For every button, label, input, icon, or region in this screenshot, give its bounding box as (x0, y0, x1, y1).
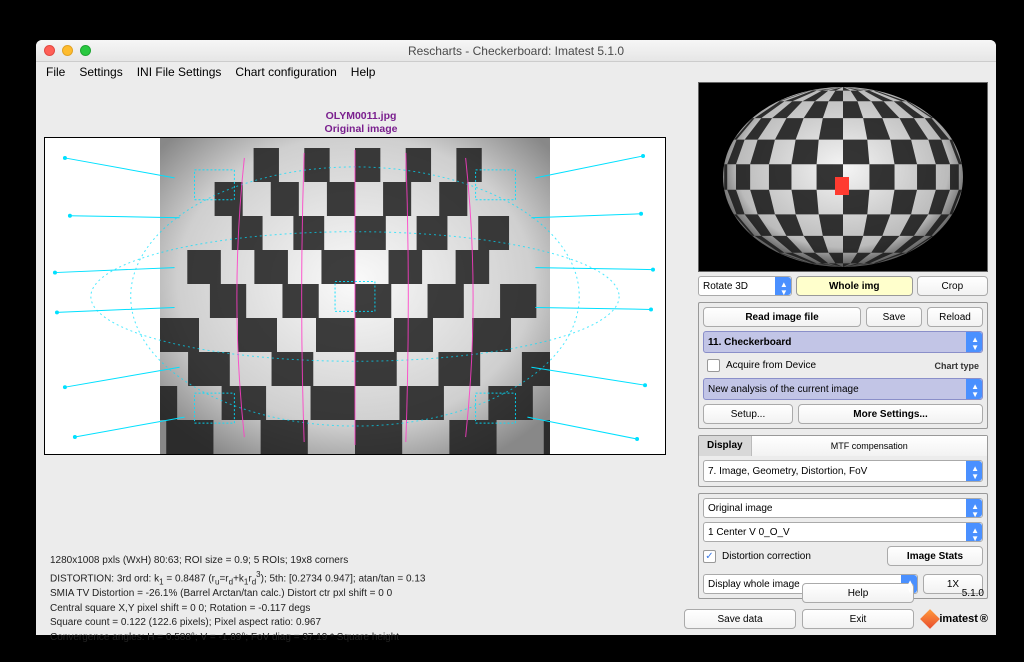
distortion-checkbox[interactable]: ✓ (703, 550, 716, 563)
image-title: OLYM0011.jpg Original image (44, 82, 678, 135)
read-image-button[interactable]: Read image file (703, 307, 861, 327)
display-section-label: Display (699, 436, 752, 456)
acquire-checkbox[interactable] (707, 359, 720, 372)
display-select[interactable]: 7. Image, Geometry, Distortion, FoV▲▼ (703, 460, 983, 482)
main-image-view[interactable] (44, 137, 666, 455)
acquire-label: Acquire from Device (726, 360, 816, 371)
help-button[interactable]: Help (802, 583, 914, 603)
menu-chart-config[interactable]: Chart configuration (235, 65, 336, 79)
stats-text: 1280x1008 pxls (WxH) 80:63; ROI size = 0… (50, 554, 425, 645)
window-title: Rescharts - Checkerboard: Imatest 5.1.0 (36, 44, 996, 58)
rotate-select[interactable]: Rotate 3D▲▼ (698, 276, 792, 296)
more-settings-button[interactable]: More Settings... (798, 404, 983, 424)
center-select[interactable]: 1 Center V 0_O_V▲▼ (703, 522, 983, 542)
exit-button[interactable]: Exit (802, 609, 914, 629)
menu-ini[interactable]: INI File Settings (137, 65, 222, 79)
distortion-vectors (45, 138, 665, 455)
preview-3d[interactable] (698, 82, 988, 272)
menu-settings[interactable]: Settings (79, 65, 122, 79)
diamond-icon (920, 609, 940, 629)
version-label: 5.1.0 (920, 588, 988, 599)
whole-img-button[interactable]: Whole img (796, 276, 913, 296)
menubar: File Settings INI File Settings Chart co… (36, 62, 996, 82)
mtf-comp-button[interactable]: MTF compensation (752, 436, 987, 456)
setup-button[interactable]: Setup... (703, 404, 793, 424)
crop-button[interactable]: Crop (917, 276, 988, 296)
brand-logo: imatest® (920, 612, 988, 626)
menu-help[interactable]: Help (351, 65, 376, 79)
distortion-label: Distortion correction (722, 551, 811, 562)
save-data-button[interactable]: Save data (684, 609, 796, 629)
image-type-select[interactable]: Original image▲▼ (703, 498, 983, 518)
analysis-select[interactable]: New analysis of the current image▲▼ (703, 378, 983, 400)
chart-type-label: Chart type (934, 361, 979, 371)
menu-file[interactable]: File (46, 65, 65, 79)
module-select[interactable]: 11. Checkerboard▲▼ (703, 331, 983, 353)
save-button[interactable]: Save (866, 307, 922, 327)
image-stats-button[interactable]: Image Stats (887, 546, 983, 566)
titlebar: Rescharts - Checkerboard: Imatest 5.1.0 (36, 40, 996, 62)
reload-button[interactable]: Reload (927, 307, 983, 327)
